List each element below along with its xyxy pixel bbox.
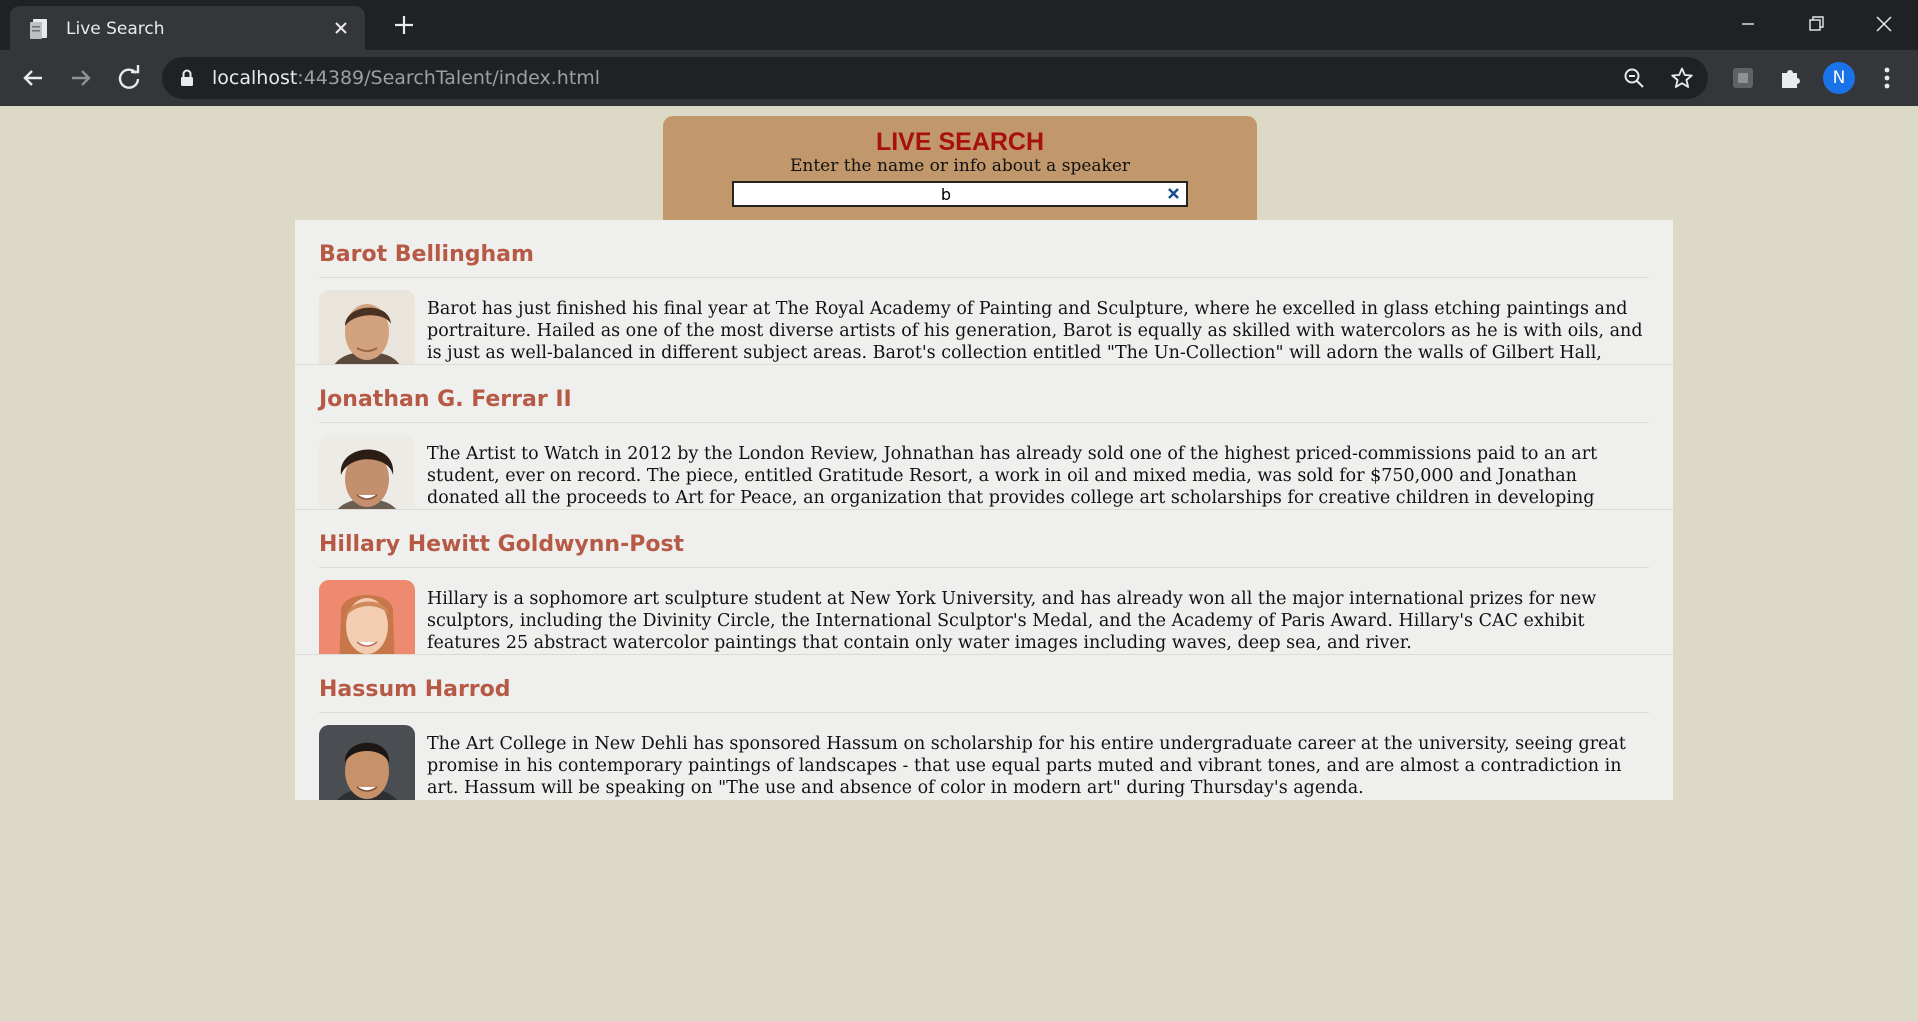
forward-arrow-icon[interactable] (66, 63, 96, 93)
speaker-bio: The Artist to Watch in 2012 by the Londo… (427, 444, 1598, 508)
speaker-bio: The Art College in New Dehli has sponsor… (427, 734, 1626, 798)
url-path: :44389/SearchTalent/index.html (297, 67, 601, 89)
speaker-bio: Hillary is a sophomore art sculpture stu… (427, 589, 1597, 653)
speaker-name: Barot Bellingham (319, 242, 534, 267)
speaker-name: Hillary Hewitt Goldwynn-Post (319, 532, 685, 557)
speaker-name: Jonathan G. Ferrar II (319, 387, 572, 412)
result-item: Hillary Hewitt Goldwynn-Post Hillary is … (295, 510, 1673, 655)
search-instructions: Enter the name or info about a speaker (789, 156, 1131, 176)
speaker-photo (319, 580, 415, 654)
new-tab-icon[interactable] (392, 13, 416, 37)
zoom-icon[interactable] (1622, 66, 1646, 90)
bookmark-star-icon[interactable] (1670, 66, 1694, 90)
minimize-icon[interactable] (1734, 10, 1762, 38)
tab-title: Live Search (66, 19, 165, 39)
search-input[interactable] (736, 184, 1156, 204)
close-tab-icon[interactable] (331, 18, 351, 38)
browser-toolbar: localhost:44389/SearchTalent/index.html … (0, 50, 1918, 106)
divider (319, 567, 1649, 568)
page-favicon-icon (30, 19, 47, 39)
divider (319, 712, 1649, 713)
url-text[interactable]: localhost:44389/SearchTalent/index.html (212, 67, 600, 89)
divider (319, 277, 1649, 278)
profile-avatar[interactable]: N (1823, 62, 1855, 94)
restore-icon[interactable] (1802, 10, 1830, 38)
extensions-puzzle-icon[interactable] (1777, 64, 1805, 92)
back-arrow-icon[interactable] (18, 63, 48, 93)
speaker-name: Hassum Harrod (319, 677, 511, 702)
browser-tab[interactable]: Live Search (10, 6, 365, 50)
results-list: Barot Bellingham Barot has just finished… (295, 220, 1673, 800)
extension-icon[interactable] (1729, 64, 1757, 92)
address-bar[interactable]: localhost:44389/SearchTalent/index.html (162, 57, 1708, 99)
menu-kebab-icon[interactable] (1873, 64, 1901, 92)
speaker-photo (319, 725, 415, 800)
speaker-photo (319, 290, 415, 364)
result-item: Jonathan G. Ferrar II The Artist to Watc… (295, 365, 1673, 510)
lock-icon[interactable] (180, 69, 194, 87)
url-host: localhost (212, 67, 298, 89)
tab-strip: Live Search (0, 0, 1918, 50)
page-title: LIVE SEARCH (875, 128, 1045, 156)
search-panel: LIVE SEARCH Enter the name or info about… (663, 116, 1257, 220)
speaker-bio: Barot has just finished his final year a… (427, 299, 1643, 363)
close-window-icon[interactable] (1870, 10, 1898, 38)
reload-icon[interactable] (114, 63, 144, 93)
speaker-photo (319, 435, 415, 509)
divider (319, 422, 1649, 423)
search-box[interactable] (732, 181, 1188, 207)
clear-search-icon[interactable] (1166, 186, 1181, 201)
result-item: Barot Bellingham Barot has just finished… (295, 220, 1673, 365)
result-item: Hassum Harrod The Art College in New Deh… (295, 655, 1673, 800)
